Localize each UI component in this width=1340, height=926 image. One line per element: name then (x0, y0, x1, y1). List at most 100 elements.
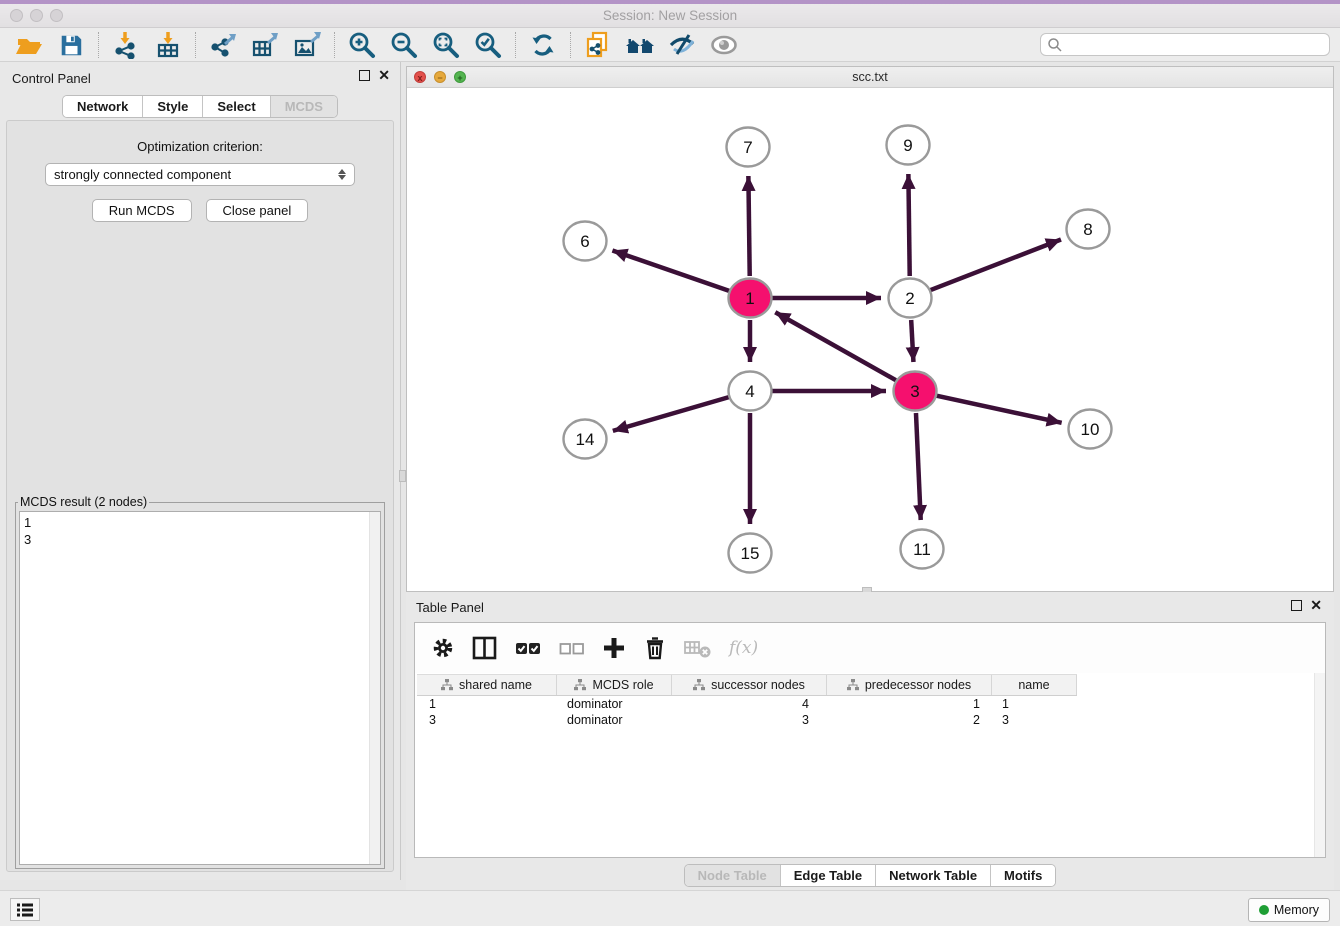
cell-successor-nodes[interactable]: 3 (672, 712, 827, 728)
import-network-button[interactable] (105, 30, 147, 60)
status-bar: Memory (0, 890, 1340, 926)
cell-successor-nodes[interactable]: 4 (672, 696, 827, 712)
graph-node-2[interactable]: 2 (889, 279, 932, 318)
network-window-titlebar[interactable]: x − + scc.txt (407, 67, 1333, 88)
cell-mcds-role[interactable]: dominator (557, 696, 672, 712)
cell-name[interactable]: 3 (992, 712, 1077, 728)
tab-motifs[interactable]: Motifs (991, 865, 1055, 886)
graph-node-1[interactable]: 1 (729, 279, 772, 318)
select-all-checkboxes-icon[interactable] (515, 636, 542, 660)
table-row[interactable]: 3 dominator 3 2 3 (417, 712, 1077, 728)
export-image-button[interactable] (286, 30, 328, 60)
mcds-result-textarea[interactable]: 1 3 (19, 511, 381, 865)
settings-gear-icon[interactable] (431, 636, 455, 660)
graph-edge-2-8[interactable] (931, 239, 1061, 290)
zoom-fit-button[interactable] (425, 30, 467, 60)
criterion-dropdown[interactable]: strongly connected component (45, 163, 355, 186)
zoom-in-button[interactable] (341, 30, 383, 60)
duplicate-network-button[interactable] (577, 30, 619, 60)
graph-node-8[interactable]: 8 (1067, 210, 1110, 249)
cell-shared-name[interactable]: 3 (417, 712, 557, 728)
graph-node-label: 3 (910, 382, 919, 401)
graph-node-3[interactable]: 3 (894, 372, 937, 411)
graph-node-7[interactable]: 7 (727, 128, 770, 167)
column-header-predecessor-nodes[interactable]: predecessor nodes (827, 675, 992, 695)
zoom-selected-button[interactable] (467, 30, 509, 60)
graph-node-14[interactable]: 14 (564, 420, 607, 459)
cell-predecessor-nodes[interactable]: 2 (827, 712, 992, 728)
toggle-panel-icon[interactable] (472, 636, 498, 660)
export-table-button[interactable] (244, 30, 286, 60)
run-mcds-button[interactable]: Run MCDS (92, 199, 192, 222)
memory-button[interactable]: Memory (1248, 898, 1330, 922)
graph-edge-2-3[interactable] (911, 320, 913, 362)
import-network-icon (112, 31, 140, 59)
graph-edge-1-7[interactable] (748, 176, 749, 276)
tab-select[interactable]: Select (203, 96, 270, 117)
optimization-criterion-label: Optimization criterion: (7, 139, 393, 154)
graph-edge-3-11[interactable] (916, 413, 921, 520)
refresh-layout-button[interactable] (522, 30, 564, 60)
graph-node-label: 4 (745, 382, 754, 401)
import-table-button[interactable] (147, 30, 189, 60)
tab-style[interactable]: Style (143, 96, 203, 117)
result-scrollbar[interactable] (369, 512, 380, 864)
delete-table-icon[interactable] (684, 637, 712, 659)
delete-column-trash-icon[interactable] (643, 635, 667, 661)
graph-node-9[interactable]: 9 (887, 126, 930, 165)
export-table-icon (251, 31, 279, 59)
column-header-mcds-role[interactable]: MCDS role (557, 675, 672, 695)
zoom-fit-icon (432, 31, 460, 59)
add-column-icon[interactable] (602, 636, 626, 660)
graph-node-10[interactable]: 10 (1069, 410, 1112, 449)
export-network-button[interactable] (202, 30, 244, 60)
table-row[interactable]: 1 dominator 4 1 1 (417, 696, 1077, 712)
show-all-button[interactable] (703, 30, 745, 60)
result-line: 3 (24, 531, 376, 548)
zoom-out-button[interactable] (383, 30, 425, 60)
tab-network[interactable]: Network (63, 96, 143, 117)
cell-predecessor-nodes[interactable]: 1 (827, 696, 992, 712)
close-panel-button[interactable]: Close panel (206, 199, 309, 222)
table-scrollbar[interactable] (1314, 673, 1325, 857)
graph-node-label: 11 (913, 540, 931, 559)
column-header-shared-name[interactable]: shared name (417, 675, 557, 695)
close-panel-icon[interactable]: ✕ (378, 70, 390, 81)
float-table-panel-icon[interactable] (1291, 600, 1302, 611)
save-session-button[interactable] (50, 30, 92, 60)
graph-edge-3-10[interactable] (936, 396, 1061, 423)
hide-selected-button[interactable] (661, 30, 703, 60)
graph-node-4[interactable]: 4 (729, 372, 772, 411)
tab-edge-table[interactable]: Edge Table (781, 865, 876, 886)
deselect-all-checkboxes-icon[interactable] (559, 636, 585, 660)
graph-node-label: 2 (905, 289, 914, 308)
column-header-name[interactable]: name (992, 675, 1077, 695)
graph-edge-2-9[interactable] (908, 174, 909, 276)
graph-edge-1-6[interactable] (612, 250, 729, 290)
vertical-splitter-handle[interactable] (399, 470, 406, 482)
mcds-result-group: MCDS result (2 nodes) 1 3 (15, 495, 385, 869)
graph-node-11[interactable]: 11 (901, 530, 944, 569)
search-input[interactable] (1063, 38, 1329, 52)
search-box[interactable] (1040, 33, 1330, 56)
zoom-out-icon (390, 31, 418, 59)
column-header-successor-nodes[interactable]: successor nodes (672, 675, 827, 695)
tab-node-table[interactable]: Node Table (685, 865, 781, 886)
first-neighbors-button[interactable] (619, 30, 661, 60)
houses-icon (625, 31, 655, 59)
graph-edge-4-14[interactable] (613, 397, 729, 431)
cell-shared-name[interactable]: 1 (417, 696, 557, 712)
open-file-button[interactable] (8, 30, 50, 60)
graph-node-6[interactable]: 6 (564, 222, 607, 261)
network-graph-canvas[interactable]: 7 9 6 8 1 2 4 3 14 10 15 11 (407, 88, 1333, 591)
float-panel-icon[interactable] (359, 70, 370, 81)
task-history-button[interactable] (10, 898, 40, 921)
function-builder-icon[interactable]: f(x) (729, 638, 758, 658)
cell-name[interactable]: 1 (992, 696, 1077, 712)
tab-mcds[interactable]: MCDS (271, 96, 337, 117)
close-table-panel-icon[interactable]: ✕ (1310, 600, 1322, 611)
cell-mcds-role[interactable]: dominator (557, 712, 672, 728)
tab-network-table[interactable]: Network Table (876, 865, 991, 886)
graph-node-15[interactable]: 15 (729, 534, 772, 573)
graph-edge-3-1[interactable] (775, 312, 896, 380)
